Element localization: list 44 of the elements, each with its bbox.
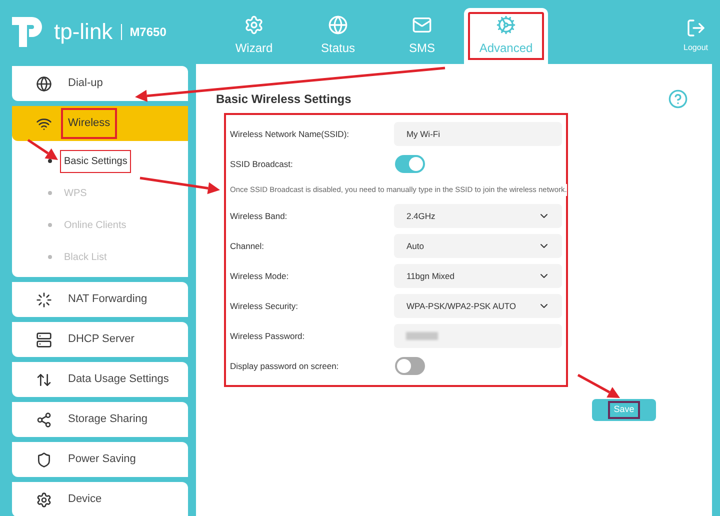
field-label: Wireless Security: [230,300,300,312]
sidebar-item[interactable]: Power Saving [12,442,188,477]
dropdown[interactable]: 11bgn Mixed [394,264,562,288]
gears-icon [496,15,516,35]
field-label: Wireless Band: [230,210,288,222]
gear-icon [244,15,264,35]
logout-icon [686,18,706,38]
sidebar-item[interactable]: Dial-up [12,66,188,101]
shield-icon [36,452,52,468]
sidebar-item[interactable]: Data Usage Settings [12,362,188,397]
wifi-icon [36,116,52,132]
dropdown[interactable]: 2.4GHz [394,204,562,228]
globe-icon [328,15,348,35]
annotation-arrow [577,374,620,398]
gear-icon [36,492,52,508]
field-label: Wireless Network Name(SSID): [230,128,350,140]
field-label: SSID Broadcast: [230,158,294,170]
server-icon [36,332,52,348]
sidebar-item[interactable]: Wireless [12,106,188,141]
field-label: Wireless Mode: [230,270,290,282]
blurred-password [406,332,438,340]
sidebar-item[interactable]: DHCP Server [12,322,188,357]
help-icon[interactable] [668,89,688,109]
sidebar-item[interactable]: Device [12,482,188,516]
globe-icon [36,76,52,92]
dropdown[interactable]: WPA-PSK/WPA2-PSK AUTO [394,294,562,318]
sidebar-item[interactable]: NAT Forwarding [12,282,188,317]
sidebar-item[interactable]: Storage Sharing [12,402,188,437]
submenu-item[interactable]: Basic Settings [12,145,188,177]
text-input[interactable]: My Wi-Fi [394,122,562,146]
share-icon [36,412,52,428]
toggle-switch[interactable] [395,357,425,375]
model-name: M7650 [130,24,166,41]
brand-name: tp-link [54,21,113,43]
up-down-arrows-icon [36,372,52,388]
field-label: Wireless Password: [230,330,306,342]
toggle-switch[interactable] [395,155,425,173]
dropdown[interactable]: Auto [394,234,562,258]
field-label: Display password on screen: [230,360,340,372]
annotation-arrow [27,138,58,160]
envelope-icon [412,15,432,35]
field-label: Channel: [230,240,266,252]
page-title: Basic Wireless Settings [216,91,352,108]
password-input[interactable] [394,324,562,348]
